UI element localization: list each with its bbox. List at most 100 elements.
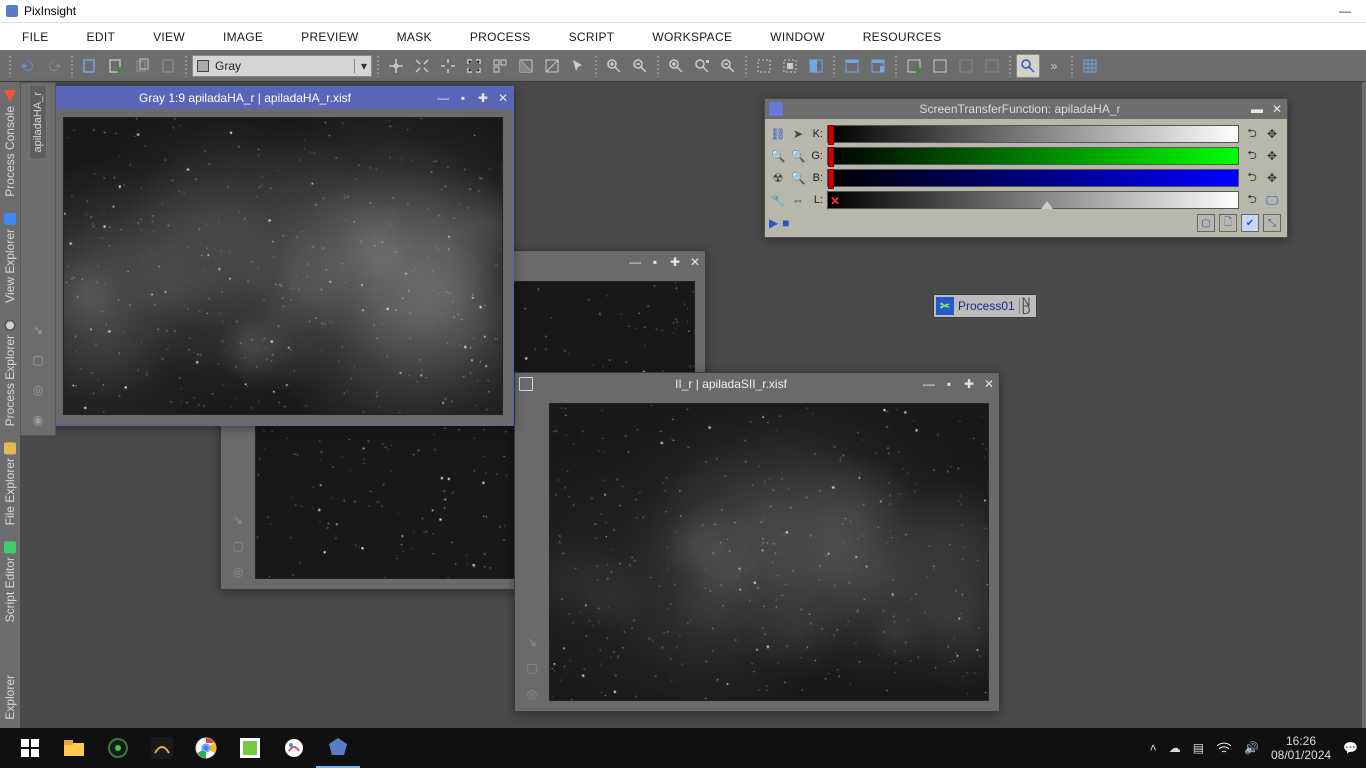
zoom-in-icon[interactable]: 🔍 [789,147,807,165]
zoom-in-button[interactable] [602,54,626,78]
target-icon[interactable]: ◎ [233,565,243,579]
minimize-icon[interactable]: — [437,91,449,105]
stop-icon[interactable]: ■ [782,216,789,230]
reset-button[interactable]: ⤡ [1263,214,1281,232]
image-window-sii[interactable]: II_r | apiladaSII_r.xisf —▪✚✕ ↘ ▢ ◎ [514,372,1000,712]
new-image-button[interactable] [78,54,102,78]
shade-icon[interactable]: ▪ [457,91,469,105]
image-window-titlebar[interactable]: II_r | apiladaSII_r.xisf —▪✚✕ [515,373,999,395]
menu-script[interactable]: SCRIPT [569,30,615,44]
track-view-button[interactable]: ✔ [1241,214,1259,232]
expand-tool-button[interactable] [462,54,486,78]
wrench-icon[interactable]: 🔧 [769,191,787,209]
shade-icon[interactable]: ▪ [943,377,955,391]
select-rect2-button[interactable] [778,54,802,78]
monitor-icon[interactable]: 🖵 [1263,191,1281,209]
settings-icon[interactable]: ✥ [1263,147,1281,165]
stf-track-l[interactable]: ✕ [827,191,1239,209]
image-window-ha[interactable]: Gray 1:9 apiladaHA_r | apiladaHA_r.xisf … [28,86,514,426]
stf-track-b[interactable] [827,169,1239,187]
save-image-button[interactable] [104,54,128,78]
dock-process-console[interactable]: Process Console [1,82,19,205]
menu-file[interactable]: FILE [22,30,49,44]
window-b-button[interactable] [866,54,890,78]
explorer-taskbar-button[interactable] [52,728,96,768]
stf-handle[interactable] [828,147,834,167]
target-icon[interactable]: ◎ [527,687,537,701]
menu-workspace[interactable]: WORKSPACE [652,30,732,44]
menu-edit[interactable]: EDIT [87,30,116,44]
close-icon[interactable]: ✕ [1271,102,1283,116]
target-icon[interactable]: ◎ [29,381,47,399]
dock-explorer[interactable]: Explorer [1,663,19,728]
minimize-icon[interactable]: — [923,377,935,391]
half2-tool-button[interactable] [540,54,564,78]
link-icon[interactable]: ⛓ [769,125,787,143]
shade-icon[interactable]: ▬ [1251,102,1263,116]
frame-icon[interactable]: ▢ [29,351,47,369]
half-tool-button[interactable] [514,54,538,78]
arrow-icon[interactable]: ↘ [233,513,243,527]
menu-view[interactable]: VIEW [153,30,185,44]
maximize-icon[interactable]: ✚ [477,91,489,105]
reset-icon[interactable]: ⮌ [1243,125,1261,143]
doc-button[interactable]: 🗋 [1219,214,1237,232]
channel-selector[interactable]: Gray▾ [192,55,372,77]
window-c-button[interactable] [902,54,926,78]
window-e-button[interactable] [954,54,978,78]
zoom-out-icon[interactable]: 🔍 [789,169,807,187]
pixinsight-taskbar-button[interactable] [316,728,360,768]
tray-cloud-icon[interactable]: ☁ [1169,741,1181,755]
menu-window[interactable]: WINDOW [770,30,824,44]
redo-button[interactable] [42,54,66,78]
pointer-icon[interactable]: ➤ [789,125,807,143]
close-icon[interactable]: ✕ [689,255,701,269]
copy-button[interactable] [130,54,154,78]
select-rect3-button[interactable] [804,54,828,78]
stf-track-k[interactable] [827,125,1239,143]
close-icon[interactable]: ✕ [497,91,509,105]
app-taskbar-button-3[interactable] [228,728,272,768]
window-minimize-button[interactable]: — [1330,4,1360,18]
menu-mask[interactable]: MASK [397,30,432,44]
center-tool-button[interactable] [436,54,460,78]
window-d-button[interactable] [928,54,952,78]
shade-icon[interactable]: ▪ [649,255,661,269]
dock-file-explorer[interactable]: File Explorer [1,434,19,533]
settings-icon[interactable]: ✥ [1263,169,1281,187]
stf-handle[interactable] [828,169,834,189]
chrome-taskbar-button[interactable] [184,728,228,768]
zoom-in-icon[interactable]: 🔍 [769,147,787,165]
dock-process-explorer[interactable]: Process Explorer [1,311,19,434]
maximize-icon[interactable]: ✚ [963,377,975,391]
close-icon[interactable]: ✕ [983,377,995,391]
tray-volume-icon[interactable]: 🔊 [1244,741,1259,755]
arrow-icon[interactable]: ↘ [29,321,47,339]
window-a-button[interactable] [840,54,864,78]
tray-notifications-icon[interactable]: 💬 [1343,741,1358,755]
frame-icon[interactable]: ▢ [232,539,243,553]
pan-tool-button[interactable] [384,54,408,78]
apply-icon[interactable]: ▶ [769,216,778,230]
new-instance-button[interactable]: ▢ [1197,214,1215,232]
settings-icon[interactable]: ✥ [1263,125,1281,143]
image-tab[interactable]: apiladaHA_r [29,85,47,160]
image-canvas[interactable] [549,403,989,701]
window-f-button[interactable] [980,54,1004,78]
menu-image[interactable]: IMAGE [223,30,263,44]
tray-app-icon[interactable]: ▤ [1193,741,1204,755]
grid-toggle-button[interactable] [1078,54,1102,78]
maximize-icon[interactable]: ✚ [669,255,681,269]
paste-button[interactable] [156,54,180,78]
zoom-fit-button[interactable] [690,54,714,78]
nuclear-icon[interactable]: ☢ [769,169,787,187]
zoom-out-button[interactable] [628,54,652,78]
reset-icon[interactable]: ⮌ [1243,169,1261,187]
app-taskbar-button-1[interactable] [96,728,140,768]
minimize-icon[interactable]: — [629,255,641,269]
dock-script-editor[interactable]: Script Editor [1,533,19,630]
start-button[interactable] [8,728,52,768]
image-window-titlebar[interactable]: Gray 1:9 apiladaHA_r | apiladaHA_r.xisf … [29,87,513,109]
tray-clock[interactable]: 16:26 08/01/2024 [1271,734,1331,762]
app-taskbar-button-2[interactable] [140,728,184,768]
